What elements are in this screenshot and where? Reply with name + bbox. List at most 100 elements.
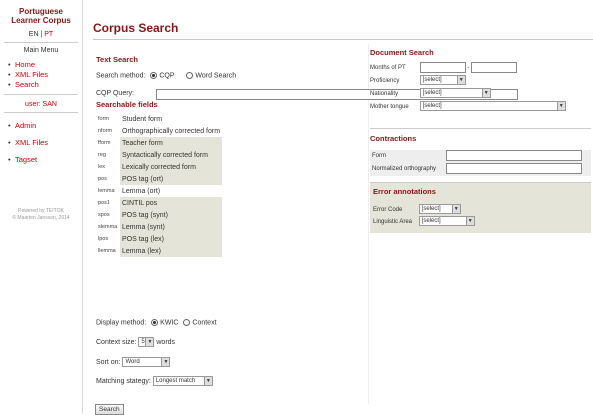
field-label: POS tag (lex): [120, 233, 223, 245]
title-underline: [93, 39, 593, 40]
field-row: lpos POS tag (lex): [96, 233, 223, 245]
context-size-row: Context size: 5 ▼ words: [96, 337, 175, 347]
field-code: lex: [98, 164, 106, 170]
mother-tongue-value: [select]: [422, 103, 442, 109]
logo[interactable]: Portuguese Learner Corpus: [0, 7, 82, 25]
language-switcher: EN | PT: [0, 31, 82, 38]
field-row: pos POS tag (ort): [96, 173, 223, 185]
menu-title: Main Menu: [23, 47, 59, 54]
menu-item-home[interactable]: Home: [8, 60, 82, 70]
chevron-down-icon: ▼: [465, 217, 474, 225]
user-label: user: SAN: [25, 101, 57, 108]
proficiency-select[interactable]: [select] ▼: [419, 75, 466, 85]
error-annotations-section: Error annotations Error Code [select] ▼ L…: [370, 182, 591, 233]
nationality-value: [select]: [422, 90, 442, 96]
kwic-radio[interactable]: [151, 319, 159, 326]
context-size-label: Context size:: [96, 338, 137, 346]
kwic-radio-label[interactable]: KWIC: [160, 319, 178, 326]
linguistic-area-label: Linguistic Area: [373, 218, 413, 225]
field-label: Orthographically corrected form: [122, 127, 221, 135]
lang-pt-link[interactable]: PT: [44, 31, 53, 38]
field-row: pos1 CINTIL pos: [96, 197, 223, 209]
chevron-down-icon: ▼: [481, 89, 490, 97]
error-code-row: Error Code [select] ▼: [373, 204, 591, 216]
divider: [4, 42, 78, 43]
error-code-select[interactable]: [select] ▼: [418, 204, 461, 214]
chevron-down-icon: ▼: [145, 338, 154, 346]
error-annotations-heading: Error annotations: [373, 187, 436, 196]
mother-tongue-select[interactable]: [select] ▼: [419, 101, 566, 111]
contraction-form-input[interactable]: [445, 150, 582, 161]
field-code: form: [98, 116, 109, 122]
cqp-radio-label[interactable]: CQP: [159, 72, 174, 79]
menu-item-admin-xml-files[interactable]: XML Files: [8, 134, 82, 151]
field-code: llemma: [98, 248, 116, 254]
matching-select[interactable]: Longest match ▼: [152, 376, 213, 386]
normalized-orthography-label: Normalized orthography: [372, 166, 437, 173]
footer-copyright: © Maarten Janssen, 2014: [12, 215, 70, 221]
display-method-row: Display method: KWIC Context: [96, 319, 217, 326]
nationality-select[interactable]: [select] ▼: [419, 88, 491, 98]
matching-value: Longest match: [155, 378, 196, 384]
context-radio[interactable]: [183, 319, 191, 326]
sort-value: Word: [125, 359, 140, 365]
menu-item-tagset[interactable]: Tagset: [8, 151, 82, 168]
context-size-select[interactable]: 5 ▼: [138, 337, 155, 347]
months-to-input[interactable]: [471, 62, 518, 73]
chevron-down-icon: ▼: [451, 205, 460, 213]
field-code: spos: [98, 212, 110, 218]
normalized-orthography-row: Normalized orthography: [370, 163, 591, 176]
cqp-radio[interactable]: [150, 72, 158, 79]
contractions-section: Contractions Form Normalized orthography: [370, 128, 591, 176]
logo-line2: Learner Corpus: [11, 16, 71, 25]
field-label: CINTIL pos: [120, 197, 223, 209]
field-label: Lemma (lex): [120, 245, 223, 257]
text-search-section: Text Search Search method: CQP Word Sear…: [96, 55, 518, 100]
months-from-input[interactable]: [419, 62, 466, 73]
main-menu: Home XML Files Search: [8, 60, 82, 90]
field-label: Teacher form: [120, 137, 223, 149]
field-row: fform Teacher form: [96, 137, 223, 149]
lang-en-link[interactable]: EN: [29, 31, 39, 38]
search-method-row: Search method: CQP Word Search: [96, 72, 366, 79]
field-code: nform: [98, 128, 113, 134]
sort-label: Sort on:: [96, 358, 121, 366]
matching-label: Matching stategy:: [96, 377, 151, 385]
word-search-radio-label[interactable]: Word Search: [195, 72, 236, 79]
field-row: llemma Lemma (lex): [96, 245, 223, 257]
menu-item-xml-files[interactable]: XML Files: [8, 70, 82, 80]
footer-powered[interactable]: Powered by TEITOK: [0, 208, 82, 215]
chevron-down-icon: ▼: [556, 102, 565, 110]
contraction-form-row: Form: [370, 150, 591, 163]
menu-item-admin[interactable]: Admin: [8, 117, 82, 134]
sort-select[interactable]: Word ▼: [122, 357, 171, 367]
field-label: Lemma (ort): [122, 187, 161, 195]
chevron-down-icon: ▼: [456, 76, 465, 84]
right-panel: Document Search Months of PT - Proficien…: [370, 48, 591, 233]
search-button[interactable]: Search: [95, 404, 124, 415]
field-code: fform: [98, 140, 111, 146]
menu-item-search[interactable]: Search: [8, 80, 82, 90]
field-row: reg Syntactically corrected form: [96, 149, 223, 161]
field-label: POS tag (ort): [120, 173, 223, 185]
nationality-label: Nationality: [370, 90, 399, 97]
field-label: Lemma (synt): [120, 221, 223, 233]
document-search-form: Months of PT - Proficiency [select] ▼ Nat…: [370, 62, 591, 114]
word-search-radio[interactable]: [186, 72, 194, 79]
field-row: slemma Lemma (synt): [96, 221, 223, 233]
searchable-fields-table: form Student form nform Orthographically c…: [96, 113, 223, 257]
field-row: nform Orthographically corrected form: [96, 125, 222, 137]
searchable-fields-heading: Searchable fields: [96, 100, 158, 109]
linguistic-area-select[interactable]: [select] ▼: [418, 216, 475, 226]
normalized-orthography-input[interactable]: [445, 163, 582, 174]
contractions-heading: Contractions: [370, 134, 417, 143]
context-radio-label[interactable]: Context: [192, 319, 216, 326]
context-size-value: 5: [141, 339, 145, 345]
error-code-label: Error Code: [373, 206, 403, 213]
field-code: pos1: [98, 200, 110, 206]
months-separator: -: [467, 65, 470, 72]
admin-menu: Admin XML Files Tagset: [8, 117, 82, 168]
field-code: lpos: [98, 236, 109, 242]
proficiency-value: [select]: [422, 77, 442, 83]
text-search-heading: Text Search: [96, 55, 138, 64]
